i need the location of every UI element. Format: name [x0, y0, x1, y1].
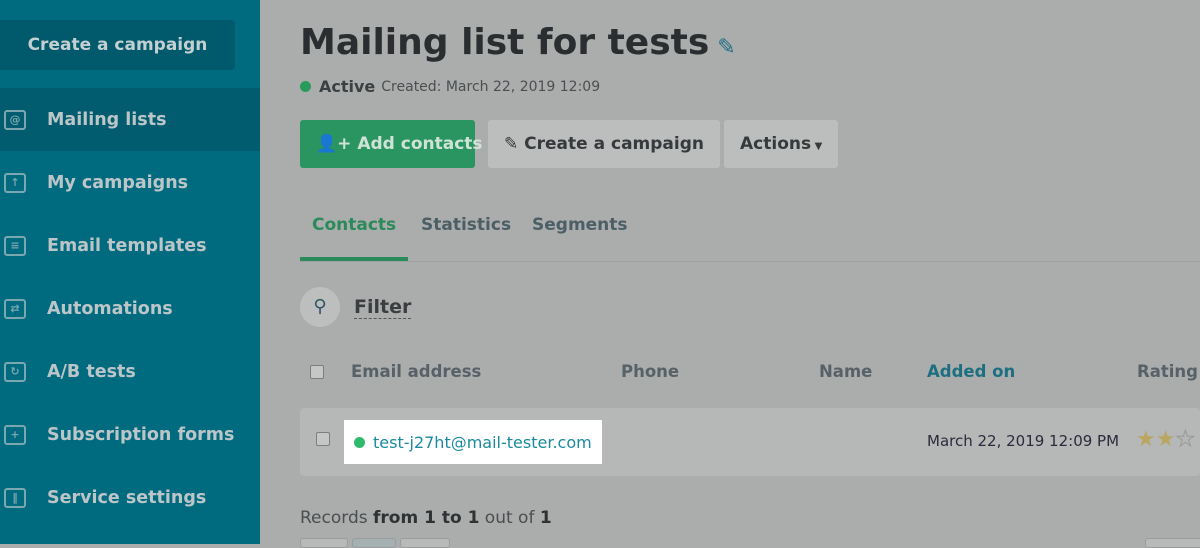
- search-icon[interactable]: ⚲: [300, 287, 340, 327]
- status-dot-icon: [300, 81, 311, 92]
- sidebar-item-my-campaigns[interactable]: ↑ My campaigns: [0, 151, 260, 214]
- sidebar: Create a campaign @ Mailing lists ↑ My cam…: [0, 0, 260, 544]
- column-name[interactable]: Name: [819, 362, 872, 381]
- added-on-cell: March 22, 2019 12:09 PM: [927, 432, 1120, 450]
- tab-segments[interactable]: Segments: [520, 215, 640, 261]
- automation-icon: ⇄: [4, 298, 26, 319]
- star-empty-icon: ★: [1175, 427, 1196, 453]
- form-icon: +: [4, 424, 26, 445]
- sidebar-item-mailing-lists[interactable]: @ Mailing lists: [0, 88, 260, 151]
- edit-pencil-icon[interactable]: ✎: [717, 35, 735, 60]
- title-text: Mailing list for tests: [300, 22, 710, 63]
- button-label: Add contacts: [357, 134, 483, 154]
- sidebar-item-automations[interactable]: ⇄ Automations: [0, 277, 260, 340]
- column-email[interactable]: Email address: [351, 362, 481, 381]
- status-badge: Active: [319, 77, 376, 96]
- ab-test-icon: ↻: [4, 361, 26, 382]
- button-label: Actions: [740, 134, 812, 154]
- records-summary: Records from 1 to 1 out of 1: [300, 508, 552, 528]
- contact-email-link[interactable]: test-j27ht@mail-tester.com: [344, 420, 602, 464]
- sidebar-item-label: Subscription forms: [47, 424, 235, 445]
- pager-next[interactable]: [400, 538, 450, 548]
- sidebar-item-service-settings[interactable]: ‖ Service settings: [0, 466, 260, 529]
- filter-control[interactable]: ⚲ Filter: [300, 287, 412, 327]
- sidebar-item-ab-tests[interactable]: ↻ A/B tests: [0, 340, 260, 403]
- email-text: test-j27ht@mail-tester.com: [373, 432, 592, 452]
- star-filled-icon: ★: [1136, 427, 1156, 452]
- star-filled-icon: ★: [1155, 427, 1176, 452]
- actions-dropdown[interactable]: Actions ▼: [724, 120, 839, 168]
- sidebar-item-label: My campaigns: [47, 172, 189, 193]
- tab-statistics[interactable]: Statistics: [409, 215, 523, 261]
- edit-box-icon: ✎: [504, 134, 525, 154]
- column-added-on[interactable]: Added on: [927, 362, 1015, 381]
- pager-page[interactable]: [352, 538, 396, 548]
- main-content: Mailing list for tests ✎ Active Created: M…: [300, 0, 1200, 548]
- page-title: Mailing list for tests ✎: [300, 22, 736, 63]
- sidebar-item-label: Email templates: [47, 235, 207, 256]
- page-size-select[interactable]: [1145, 538, 1200, 548]
- tab-bar: Contacts Statistics Segments: [300, 200, 1200, 262]
- address-book-icon: @: [4, 109, 26, 130]
- row-checkbox[interactable]: [316, 432, 330, 446]
- button-label: Create a campaign: [524, 134, 704, 154]
- created-date: Created: March 22, 2019 12:09: [381, 78, 601, 95]
- select-all-checkbox[interactable]: [310, 365, 324, 379]
- sidebar-item-label: Mailing lists: [47, 109, 167, 130]
- list-status: Active Created: March 22, 2019 12:09: [300, 77, 600, 96]
- sidebar-item-subscription-forms[interactable]: + Subscription forms: [0, 403, 260, 466]
- status-dot-icon: [354, 436, 365, 448]
- sidebar-item-email-templates[interactable]: ≡ Email templates: [0, 214, 260, 277]
- sidebar-item-label: Service settings: [47, 487, 207, 508]
- rating-stars: ★★★: [1136, 427, 1196, 453]
- template-icon: ≡: [4, 235, 26, 256]
- create-campaign-sidebar-button[interactable]: Create a campaign: [0, 20, 235, 70]
- records-range: from 1 to 1: [373, 508, 480, 528]
- records-total: 1: [539, 508, 552, 528]
- records-mid: out of: [479, 508, 540, 528]
- table-row: test-j27ht@mail-tester.com March 22, 201…: [300, 408, 1200, 476]
- add-user-icon: 👤+: [316, 134, 358, 154]
- caret-down-icon: ▼: [811, 141, 823, 152]
- pager-prev[interactable]: [300, 538, 348, 548]
- sliders-icon: ‖: [4, 487, 26, 508]
- filter-label[interactable]: Filter: [354, 296, 412, 319]
- sidebar-item-label: A/B tests: [47, 361, 136, 382]
- records-prefix: Records: [300, 508, 373, 528]
- column-rating[interactable]: Rating: [1137, 362, 1198, 381]
- tab-contacts[interactable]: Contacts: [300, 215, 409, 261]
- sidebar-item-label: Automations: [47, 298, 173, 319]
- column-phone[interactable]: Phone: [621, 362, 679, 381]
- add-contacts-button[interactable]: 👤+ Add contacts: [300, 120, 483, 168]
- upload-icon: ↑: [4, 172, 26, 193]
- create-campaign-button[interactable]: ✎ Create a campaign: [488, 120, 720, 168]
